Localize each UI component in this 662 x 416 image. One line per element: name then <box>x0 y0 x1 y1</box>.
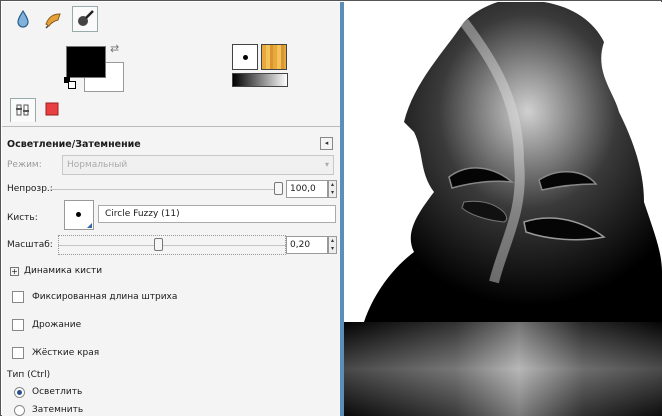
dodge-burn-icon[interactable] <box>72 6 98 32</box>
brush-name-field[interactable]: Circle Fuzzy (11) <box>98 205 336 223</box>
image-canvas[interactable] <box>344 2 662 416</box>
hard-edges-label: Жёсткие края <box>32 348 100 358</box>
brush-preview-icon[interactable] <box>232 44 258 70</box>
default-colors-icon[interactable] <box>64 77 76 89</box>
mode-select[interactable]: Нормальный ▾ <box>62 155 334 175</box>
opacity-slider-handle[interactable] <box>274 182 283 195</box>
type-label: Тип (Ctrl) <box>7 370 51 380</box>
dynamics-label[interactable]: Динамика кисти <box>24 266 102 276</box>
dodge-radio[interactable] <box>14 387 25 398</box>
mode-label: Режим: <box>7 160 42 170</box>
jitter-label: Дрожание <box>32 320 82 330</box>
scale-spin-input[interactable]: 0,20 <box>286 236 328 254</box>
burn-radio[interactable] <box>14 405 25 416</box>
device-status-icon[interactable] <box>40 98 66 122</box>
swap-colors-icon[interactable]: ⇄ <box>110 42 119 55</box>
opacity-spin-buttons[interactable]: ▴ ▾ <box>328 180 337 198</box>
tool-options-panel: Осветление/Затемнение ◂ Режим: Нормальны… <box>2 126 340 416</box>
tool-options-title: Осветление/Затемнение <box>7 139 141 150</box>
dodge-label: Осветлить <box>32 387 83 397</box>
toolbox-dock: ⇄ Осветление/Затемнение ◂ Режим: Нормаль… <box>2 2 340 416</box>
chevron-down-icon: ▾ <box>324 160 329 169</box>
scale-slider-handle[interactable] <box>154 238 163 251</box>
jitter-checkbox[interactable] <box>12 319 24 331</box>
gradient-preview-icon[interactable] <box>232 73 288 87</box>
brush-picker-button[interactable] <box>64 200 94 230</box>
foreground-color-swatch[interactable] <box>66 46 106 78</box>
fixed-stroke-checkbox[interactable] <box>12 291 24 303</box>
smudge-icon[interactable] <box>40 6 66 32</box>
canvas-shape-main <box>364 2 662 322</box>
panel-menu-icon[interactable]: ◂ <box>320 137 333 150</box>
pattern-preview-icon[interactable] <box>261 44 287 70</box>
mode-value: Нормальный <box>67 160 128 170</box>
canvas-artwork <box>344 2 662 416</box>
dynamics-expander-icon[interactable]: + <box>10 267 19 276</box>
opacity-spin-input[interactable]: 100,0 <box>286 180 328 198</box>
fixed-stroke-label: Фиксированная длина штриха <box>32 292 178 302</box>
opacity-slider-track[interactable] <box>50 189 278 190</box>
dock-tabs <box>10 98 70 124</box>
water-drop-icon[interactable] <box>10 6 36 32</box>
burn-label: Затемнить <box>32 405 84 415</box>
opacity-label: Непрозр.: <box>7 184 53 194</box>
scale-label: Масштаб: <box>7 240 53 250</box>
scale-slider-focus <box>58 235 286 255</box>
tool-options-icon[interactable] <box>10 98 36 122</box>
window-frame: ⇄ Осветление/Затемнение ◂ Режим: Нормаль… <box>0 0 662 416</box>
brush-label: Кисть: <box>7 213 38 223</box>
hard-edges-checkbox[interactable] <box>12 347 24 359</box>
scale-spin-buttons[interactable]: ▴ ▾ <box>328 236 337 254</box>
